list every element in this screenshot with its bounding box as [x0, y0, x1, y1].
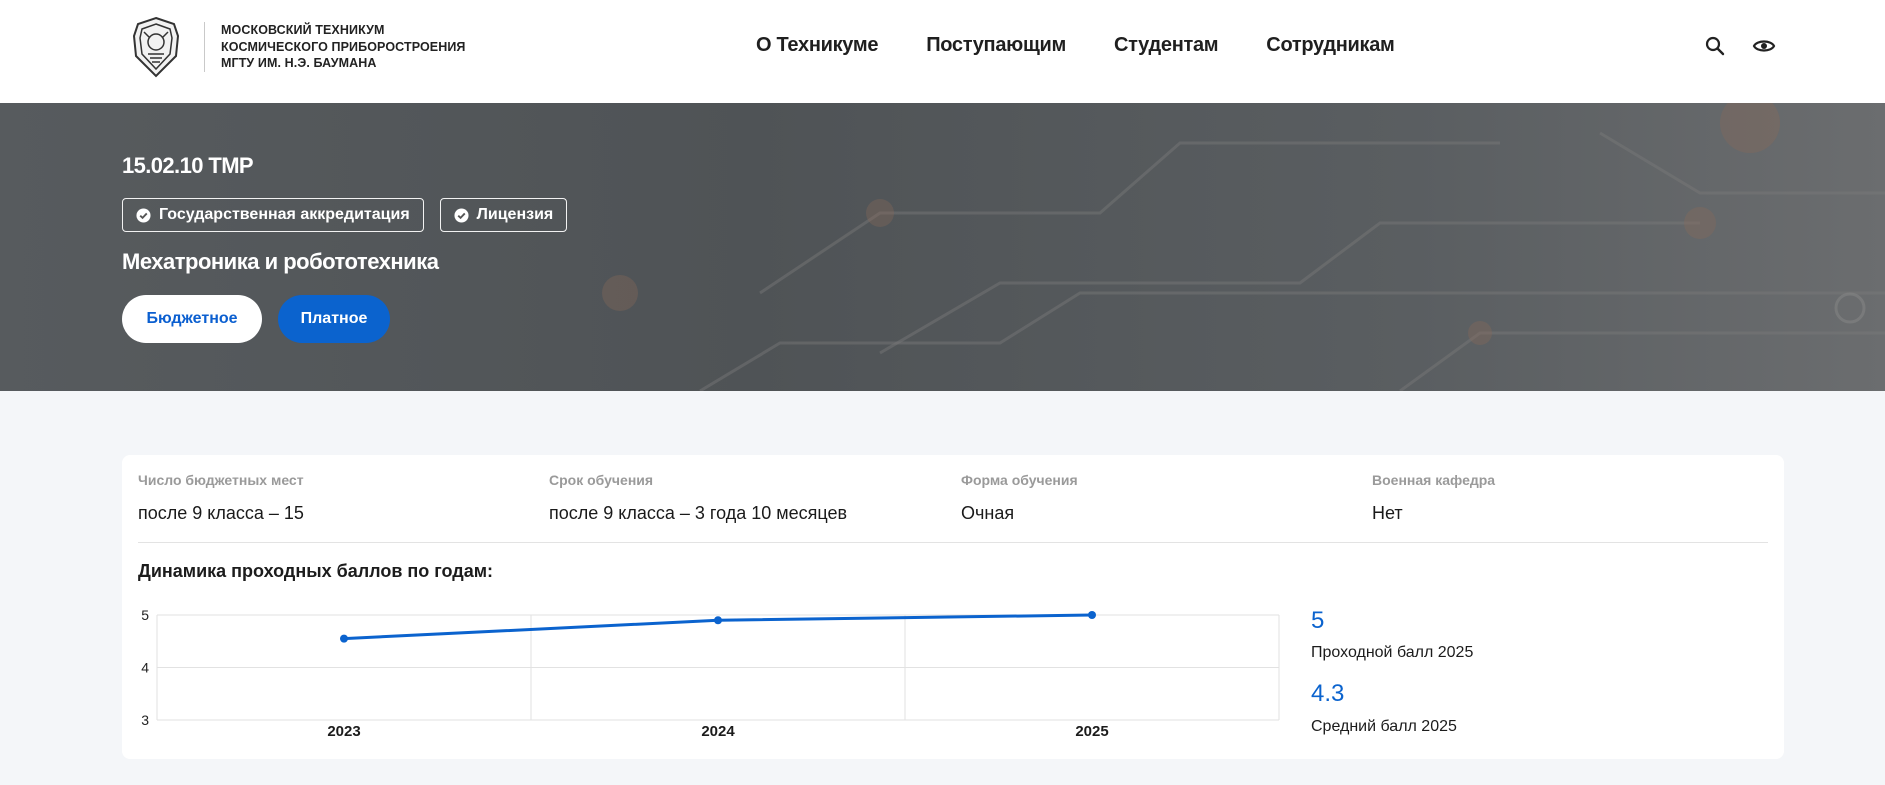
circuit-background — [602, 103, 1885, 391]
info-duration: Срок обучения после 9 класса – 3 года 10… — [549, 472, 847, 524]
data-point — [1088, 611, 1096, 619]
paid-button[interactable]: Платное — [278, 295, 390, 343]
logo-line-1: МОСКОВСКИЙ ТЕХНИКУМ — [221, 23, 385, 37]
info-value: Очная — [961, 503, 1015, 523]
info-label: Военная кафедра — [1372, 472, 1496, 488]
y-tick-label: 3 — [141, 712, 149, 728]
main-nav: О Техникуме Поступающим Студентам Сотруд… — [756, 34, 1395, 57]
chart-title: Динамика проходных баллов по годам: — [138, 561, 494, 581]
passing-score-value: 5 — [1311, 607, 1325, 634]
logo-divider — [204, 22, 205, 72]
hero-banner: 15.02.10 ТМР Государственная аккредитаци… — [0, 103, 1885, 391]
logo-line-2: КОСМИЧЕСКОГО ПРИБОРОСТРОЕНИЯ — [221, 39, 466, 54]
eye-icon[interactable] — [1752, 34, 1776, 58]
budget-button[interactable]: Бюджетное — [122, 295, 262, 343]
check-circle-icon — [454, 207, 469, 223]
badge-license-label: Лицензия — [476, 206, 554, 223]
nav-item-applicants[interactable]: Поступающим — [926, 34, 1066, 57]
info-study-form: Форма обучения Очная — [961, 472, 1078, 524]
card-divider — [138, 542, 1768, 543]
badge-accreditation[interactable]: Государственная аккредитация — [122, 198, 424, 232]
info-value: после 9 класса – 3 года 10 месяцев — [549, 503, 848, 523]
badge-accreditation-label: Государственная аккредитация — [159, 206, 410, 223]
data-point — [340, 634, 348, 643]
badge-license[interactable]: Лицензия — [439, 198, 568, 232]
info-label: Форма обучения — [961, 472, 1078, 488]
data-point — [714, 616, 722, 625]
site-header: МОСКОВСКИЙ ТЕХНИКУМ КОСМИЧЕСКОГО ПРИБОРО… — [0, 0, 1885, 103]
average-score-value: 4.3 — [1311, 680, 1345, 707]
emblem-logo-icon[interactable] — [130, 16, 182, 78]
scores-line-chart: 3 4 5 2023 2024 2025 — [141, 607, 1280, 740]
average-score-label: Средний балл 2025 — [1311, 718, 1457, 735]
passing-score-label: Проходной балл 2025 — [1311, 644, 1474, 661]
nav-item-about[interactable]: О Техникуме — [756, 34, 878, 57]
info-military-dept: Военная кафедра Нет — [1372, 472, 1495, 524]
badge-list: Государственная аккредитация Лицензия — [122, 198, 568, 232]
info-budget-places: Число бюджетных мест после 9 класса – 15 — [138, 472, 304, 524]
logo-text[interactable]: МОСКОВСКИЙ ТЕХНИКУМ КОСМИЧЕСКОГО ПРИБОРО… — [221, 22, 466, 72]
info-value: Нет — [1372, 503, 1403, 523]
logo-line-3: МГТУ ИМ. Н.Э. БАУМАНА — [221, 56, 377, 70]
info-value: после 9 класса – 15 — [138, 503, 304, 523]
check-circle-icon — [136, 207, 151, 223]
info-label: Число бюджетных мест — [138, 472, 304, 488]
y-tick-label: 4 — [141, 660, 149, 676]
x-tick-label: 2024 — [701, 723, 735, 740]
x-tick-label: 2023 — [327, 723, 360, 740]
info-label: Срок обучения — [549, 472, 654, 488]
y-tick-label: 5 — [141, 607, 149, 623]
nav-item-staff[interactable]: Сотрудникам — [1266, 34, 1395, 57]
search-icon[interactable] — [1703, 34, 1727, 58]
program-code: 15.02.10 ТМР — [122, 153, 254, 178]
nav-item-students[interactable]: Студентам — [1114, 34, 1219, 57]
program-title: Мехатроника и робототехника — [122, 249, 439, 274]
program-info-card: Число бюджетных мест после 9 класса – 15… — [122, 455, 1784, 759]
x-tick-label: 2025 — [1075, 723, 1108, 740]
